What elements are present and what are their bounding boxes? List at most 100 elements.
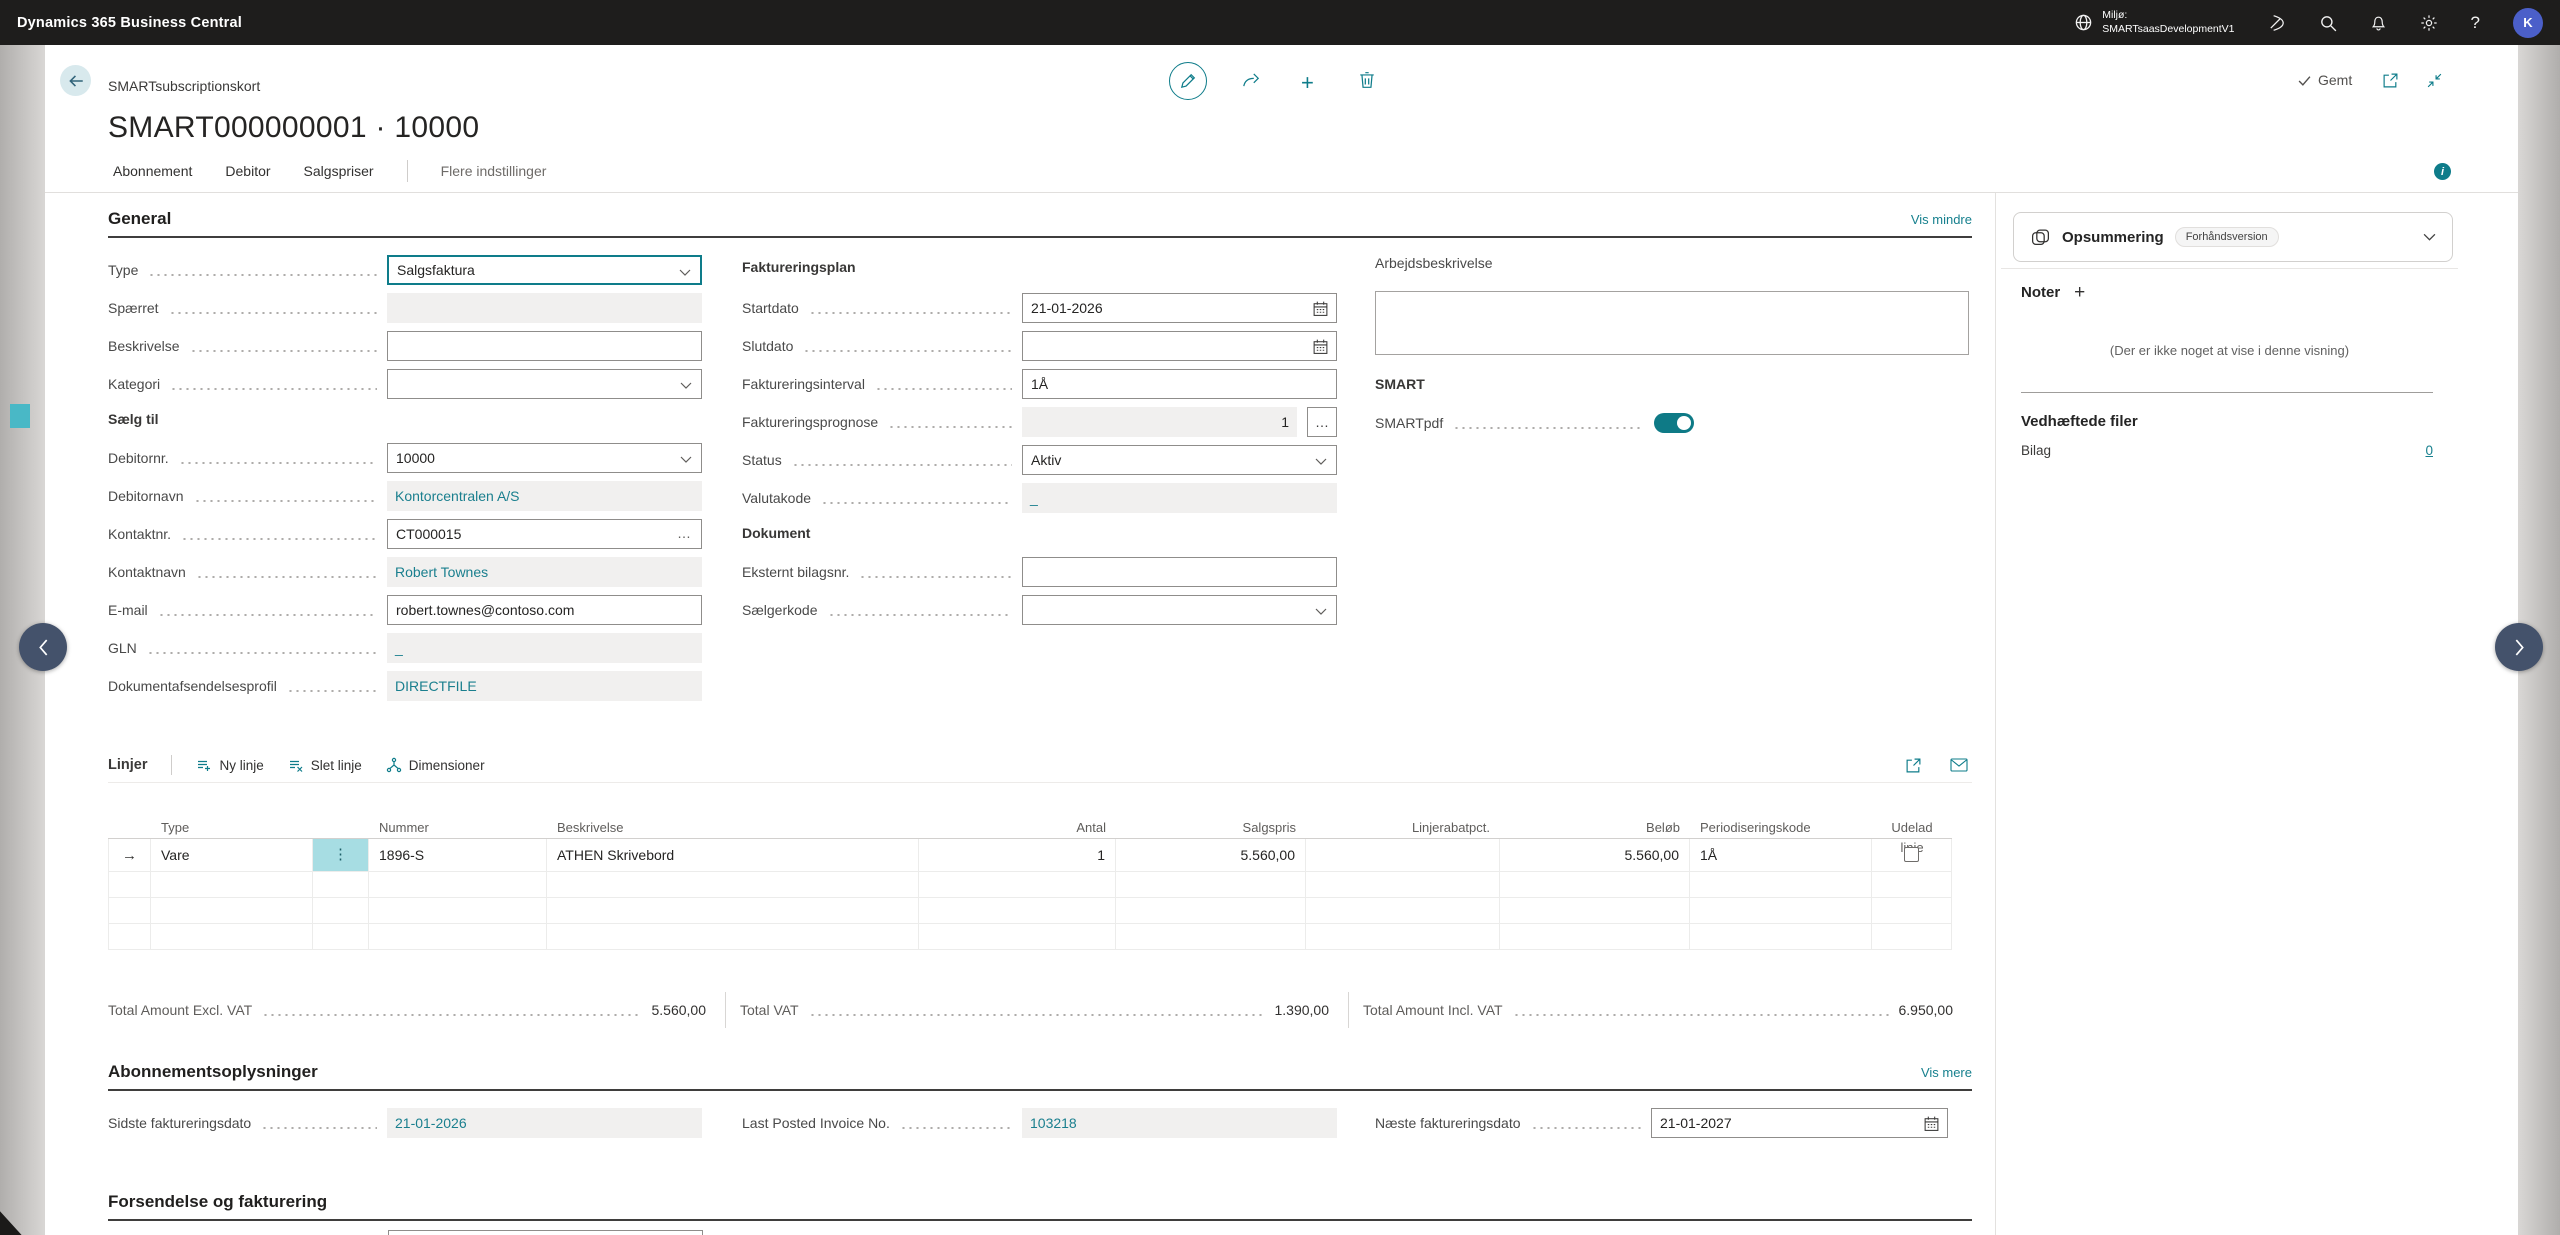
- arbejdsbeskrivelse-textarea[interactable]: [1375, 291, 1969, 355]
- startdato-field[interactable]: [1022, 293, 1337, 323]
- collapse-page-button[interactable]: [2426, 72, 2443, 89]
- search-icon[interactable]: [2319, 14, 2337, 32]
- sidste-value-link[interactable]: 21-01-2026: [387, 1108, 702, 1138]
- shipping-first-field[interactable]: [388, 1230, 703, 1235]
- naeste-input[interactable]: [1652, 1109, 1947, 1137]
- environment-button[interactable]: Miljø: SMARTsaasDevelopmentV1: [2074, 9, 2234, 36]
- col-nummer[interactable]: Nummer: [369, 818, 547, 839]
- empty-table-row[interactable]: [108, 872, 1952, 898]
- cell-type[interactable]: Vare: [151, 839, 313, 872]
- faktureringsinterval-field[interactable]: [1022, 369, 1337, 399]
- gln-link[interactable]: _: [387, 633, 702, 663]
- cell-periodiseringskode[interactable]: 1Å: [1690, 839, 1872, 872]
- email-lines-button[interactable]: [1950, 758, 1972, 772]
- previous-record-button[interactable]: [19, 623, 67, 671]
- col-udelad-linje[interactable]: Udelad linje: [1872, 818, 1952, 839]
- cell-linjerabatpct[interactable]: [1306, 839, 1500, 872]
- slutdato-field[interactable]: [1022, 331, 1337, 361]
- tab-debitor[interactable]: Debitor: [225, 163, 270, 179]
- empty-table-row[interactable]: [108, 924, 1952, 950]
- info-icon[interactable]: i: [2434, 163, 2451, 180]
- save-status: Gemt: [2298, 72, 2352, 88]
- kontaktnr-field[interactable]: …: [387, 519, 702, 549]
- cell-antal[interactable]: 1: [919, 839, 1116, 872]
- row-options-indicator[interactable]: ⋮: [313, 839, 369, 872]
- faktureringsinterval-input[interactable]: [1023, 370, 1336, 398]
- dokumentprofil-link[interactable]: DIRECTFILE: [387, 671, 702, 701]
- vis-mere-link[interactable]: Vis mere: [1921, 1065, 1972, 1080]
- dynamics365-icon[interactable]: [2268, 14, 2286, 32]
- valutakode-link[interactable]: _: [1022, 483, 1337, 513]
- email-input[interactable]: [388, 596, 701, 624]
- debitornr-select[interactable]: [387, 443, 702, 473]
- kontaktnavn-link[interactable]: Robert Townes: [387, 557, 702, 587]
- back-button[interactable]: [60, 65, 91, 96]
- kategori-input[interactable]: [388, 370, 701, 398]
- tab-salgspriser[interactable]: Salgspriser: [304, 163, 374, 179]
- col-beskrivelse[interactable]: Beskrivelse: [547, 818, 919, 839]
- calendar-icon[interactable]: [1312, 338, 1329, 355]
- col-linjerabatpct[interactable]: Linjerabatpct.: [1306, 818, 1500, 839]
- bell-icon[interactable]: [2370, 14, 2387, 31]
- share-button[interactable]: [1241, 71, 1261, 89]
- ellipsis-assist-icon[interactable]: …: [677, 525, 692, 541]
- col-periodiseringskode[interactable]: Periodiseringskode: [1690, 818, 1872, 839]
- help-icon[interactable]: ?: [2471, 13, 2480, 33]
- status-select[interactable]: [1022, 445, 1337, 475]
- ellipsis-assist-button[interactable]: …: [1307, 407, 1337, 437]
- gear-icon[interactable]: [2420, 14, 2438, 32]
- chevron-down-icon[interactable]: [2423, 233, 2436, 241]
- last-posted-value-link[interactable]: 103218: [1022, 1108, 1337, 1138]
- eksternt-bilagsnr-field[interactable]: [1022, 557, 1337, 587]
- saelgerkode-input[interactable]: [1023, 596, 1336, 624]
- naeste-field[interactable]: [1651, 1108, 1948, 1138]
- section-rule: [108, 1219, 1972, 1221]
- status-input[interactable]: [1023, 446, 1336, 474]
- eksternt-bilagsnr-input[interactable]: [1023, 558, 1336, 586]
- edit-button[interactable]: [1169, 62, 1207, 100]
- vis-mindre-link[interactable]: Vis mindre: [1911, 212, 1972, 227]
- delete-button[interactable]: [1359, 71, 1375, 89]
- cell-salgspris[interactable]: 5.560,00: [1116, 839, 1306, 872]
- field-kategori: Kategori: [108, 369, 702, 399]
- beskrivelse-field[interactable]: [387, 331, 702, 361]
- col-beloeb[interactable]: Beløb: [1500, 818, 1690, 839]
- cell-beskrivelse[interactable]: ATHEN Skrivebord: [547, 839, 919, 872]
- email-field[interactable]: [387, 595, 702, 625]
- type-input[interactable]: [389, 257, 700, 283]
- saelgerkode-select[interactable]: [1022, 595, 1337, 625]
- startdato-input[interactable]: [1023, 294, 1336, 322]
- add-note-button[interactable]: +: [2074, 285, 2085, 301]
- kontaktnr-input[interactable]: [388, 520, 701, 548]
- debitornavn-link[interactable]: Kontorcentralen A/S: [387, 481, 702, 511]
- beskrivelse-input[interactable]: [388, 332, 701, 360]
- share-lines-button[interactable]: [1905, 757, 1926, 774]
- calendar-icon[interactable]: [1923, 1115, 1940, 1132]
- tab-abonnement[interactable]: Abonnement: [113, 163, 192, 179]
- avatar[interactable]: K: [2513, 8, 2543, 38]
- smartpdf-toggle[interactable]: [1654, 413, 1694, 433]
- dimensions-button[interactable]: Dimensioner: [386, 757, 485, 773]
- open-in-new-window-button[interactable]: [2382, 72, 2399, 89]
- udelad-linje-checkbox[interactable]: [1904, 847, 1919, 862]
- delete-line-button[interactable]: Slet linje: [288, 757, 362, 773]
- debitornr-input[interactable]: [388, 444, 701, 472]
- kategori-select[interactable]: [387, 369, 702, 399]
- col-salgspris[interactable]: Salgspris: [1116, 818, 1306, 839]
- slutdato-input[interactable]: [1023, 332, 1336, 360]
- calendar-icon[interactable]: [1312, 300, 1329, 317]
- type-select[interactable]: [387, 255, 702, 285]
- empty-table-row[interactable]: [108, 898, 1952, 924]
- col-antal[interactable]: Antal: [919, 818, 1116, 839]
- cell-nummer[interactable]: 1896-S: [369, 839, 547, 872]
- bilag-count-link[interactable]: 0: [2425, 443, 2433, 458]
- new-button[interactable]: +: [1301, 70, 1314, 96]
- cell-beloeb[interactable]: 5.560,00: [1500, 839, 1690, 872]
- next-record-button[interactable]: [2495, 623, 2543, 671]
- col-type[interactable]: Type: [151, 818, 313, 839]
- app-title[interactable]: Dynamics 365 Business Central: [17, 15, 242, 31]
- table-row[interactable]: → Vare ⋮ 1896-S ATHEN Skrivebord 1 5.560…: [108, 839, 1952, 872]
- tab-flere-indstillinger[interactable]: Flere indstillinger: [441, 163, 547, 179]
- summary-card[interactable]: Opsummering Forhåndsversion: [2013, 212, 2453, 262]
- new-line-button[interactable]: Ny linje: [196, 757, 263, 773]
